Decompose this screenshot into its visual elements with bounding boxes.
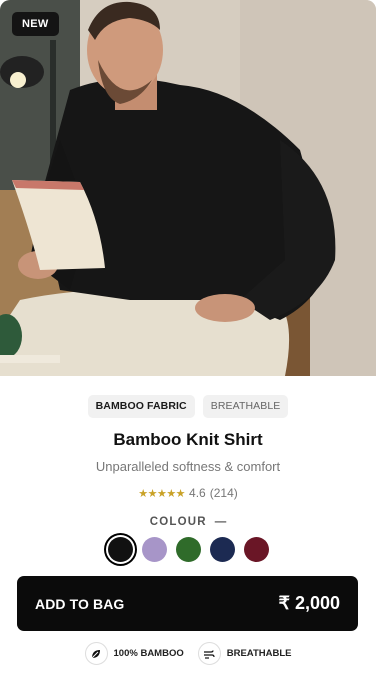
product-card: NEW BAMBOO FABRIC BREATHABLE Bamboo Knit… — [0, 0, 376, 683]
tag-bamboo-fabric: BAMBOO FABRIC — [87, 395, 195, 418]
colour-label: COLOUR — [149, 516, 207, 528]
add-to-bag-button[interactable]: ADD TO BAG ₹ 2,000 — [17, 576, 358, 631]
feature-breathable: BREATHABLE — [197, 642, 292, 665]
product-subtitle: Unparalleled softness & comfort — [95, 459, 281, 474]
product-title: Bamboo Knit Shirt — [113, 430, 263, 449]
rating-stars-icon: ★★★★★ — [138, 487, 186, 500]
swatch-lavender[interactable] — [141, 537, 167, 562]
model-photo — [0, 0, 376, 376]
colour-swatches — [0, 537, 376, 562]
new-badge: NEW — [12, 12, 59, 36]
feature-bamboo-label: 100% BAMBOO — [113, 648, 184, 659]
product-image[interactable]: NEW — [0, 0, 376, 376]
wind-icon — [197, 642, 221, 665]
colour-dash: — — [214, 516, 227, 528]
swatch-black[interactable] — [107, 537, 133, 562]
feature-list: 100% BAMBOO BREATHABLE — [0, 642, 376, 665]
tag-breathable: BREATHABLE — [202, 395, 289, 418]
feature-bamboo: 100% BAMBOO — [84, 642, 184, 665]
rating-value: 4.6 — [189, 486, 206, 500]
add-to-bag-label: ADD TO BAG — [35, 595, 125, 612]
tag-list: BAMBOO FABRIC BREATHABLE — [0, 395, 376, 418]
leaf-icon — [84, 642, 108, 665]
feature-breathable-label: BREATHABLE — [226, 648, 292, 659]
price: ₹ 2,000 — [278, 593, 341, 613]
swatch-green[interactable] — [175, 537, 201, 562]
rating-count: (214) — [209, 486, 238, 500]
rating: ★★★★★ 4.6 (214) — [0, 486, 376, 500]
swatch-navy[interactable] — [209, 537, 235, 562]
colour-header: COLOUR — — [0, 516, 376, 528]
swatch-maroon[interactable] — [243, 537, 269, 562]
